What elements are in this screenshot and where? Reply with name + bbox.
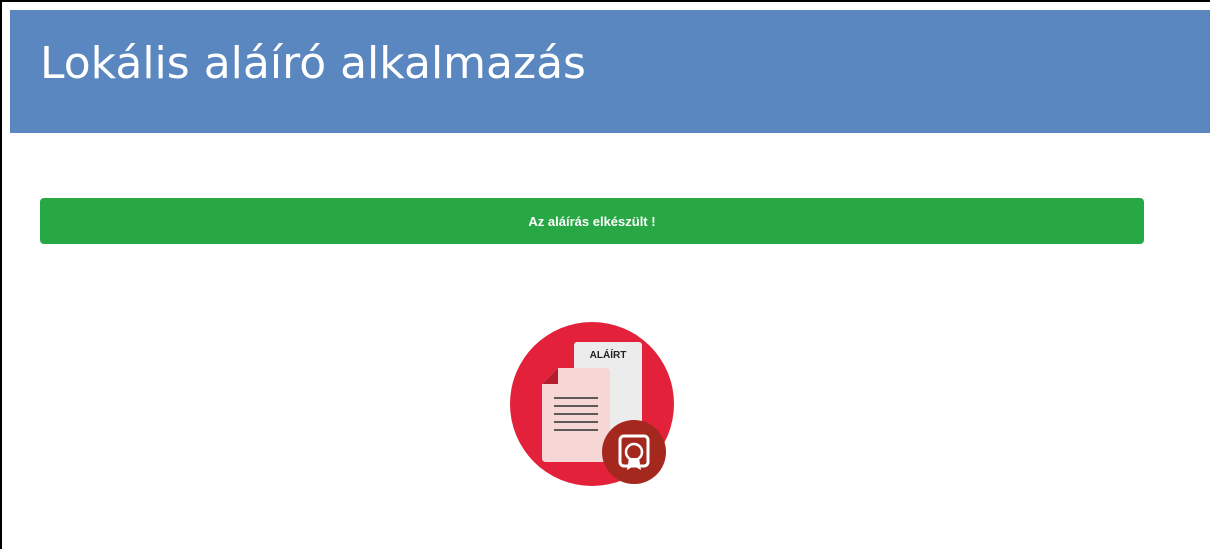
app-window: Lokális aláíró alkalmazás Az aláírás elk… <box>0 0 1210 549</box>
page-title: Lokális aláíró alkalmazás <box>40 38 586 89</box>
success-alert: Az aláírás elkészült ! <box>40 198 1144 244</box>
app-header: Lokális aláíró alkalmazás <box>10 10 1210 133</box>
success-message: Az aláírás elkészült ! <box>528 213 656 229</box>
seal-badge <box>602 420 666 484</box>
signed-label: ALÁÍRT <box>590 348 627 361</box>
signed-document-icon: ALÁÍRT <box>510 322 674 486</box>
